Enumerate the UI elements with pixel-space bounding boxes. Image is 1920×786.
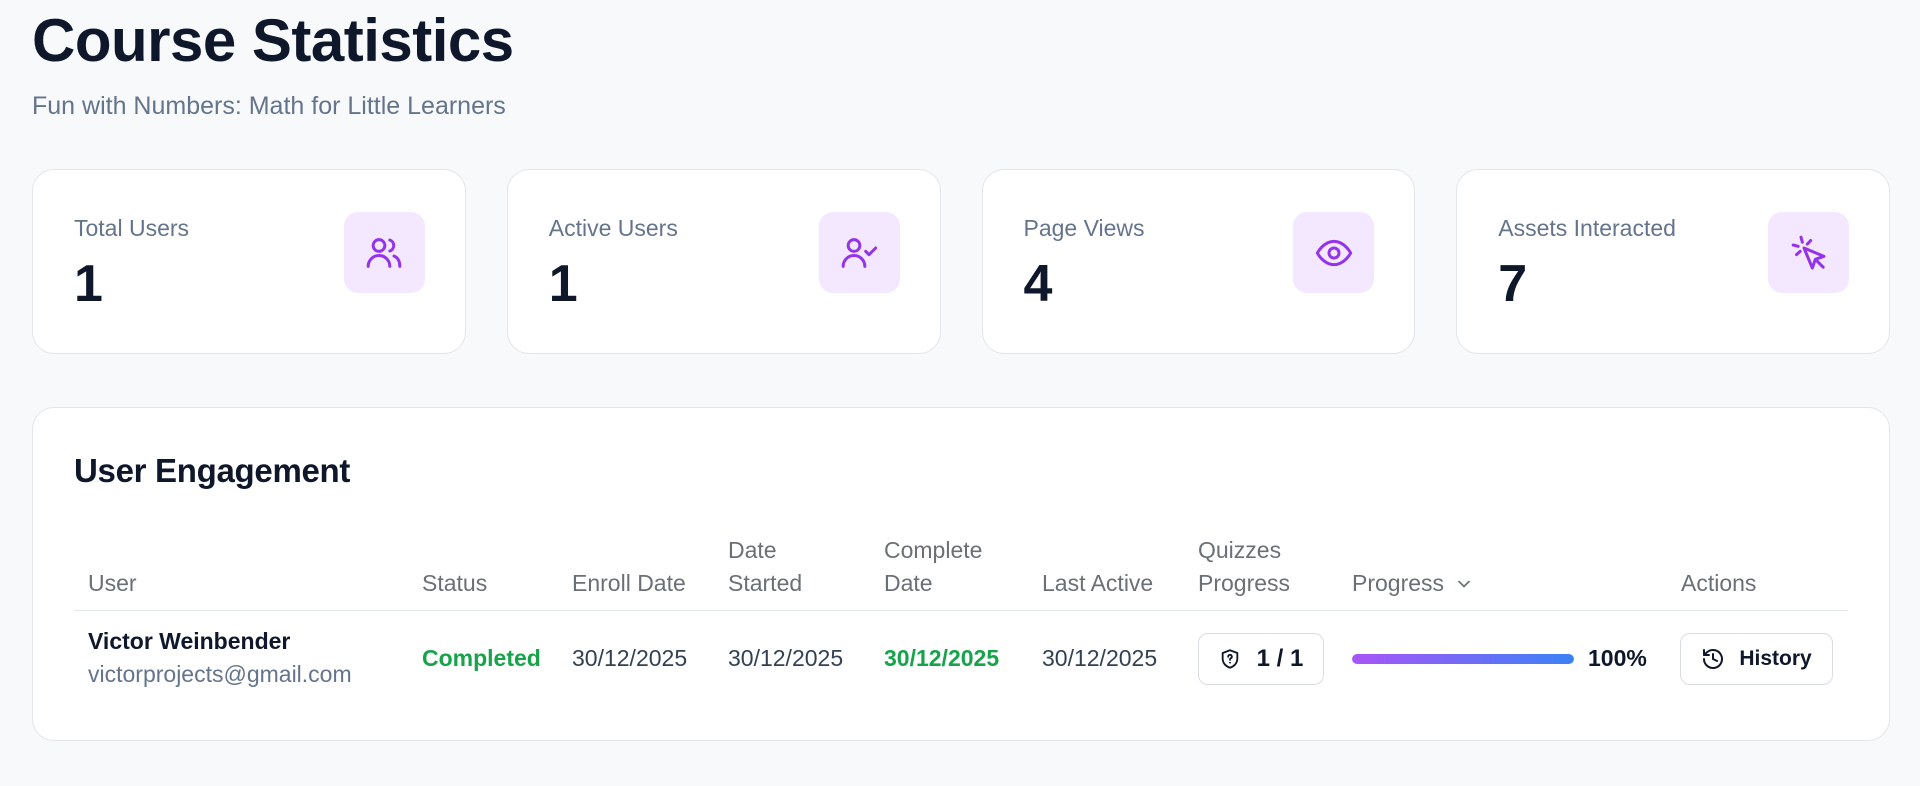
column-header-enroll-date: Enroll Date: [572, 570, 686, 596]
history-button-label: History: [1739, 647, 1812, 670]
column-header-user: User: [88, 570, 137, 596]
progress-percent: 100%: [1588, 645, 1647, 671]
progress-bar-fill: [1352, 653, 1574, 664]
last-active: 30/12/2025: [1042, 645, 1158, 671]
eye-icon: [1293, 212, 1375, 293]
column-header-actions: Actions: [1681, 570, 1757, 596]
complete-date: 30/12/2025: [884, 645, 1000, 671]
stats-row: Total Users 1 Active Users 1 Page Views …: [32, 169, 1890, 354]
stat-card-page-views: Page Views 4: [981, 169, 1416, 354]
column-header-progress[interactable]: Progress: [1352, 567, 1474, 600]
progress-bar: [1352, 653, 1574, 664]
users-icon: [343, 212, 425, 293]
page-subtitle: Fun with Numbers: Math for Little Learne…: [32, 92, 506, 120]
stat-card-assets-interacted: Assets Interacted 7: [1456, 169, 1890, 354]
stat-card-total-users: Total Users 1: [32, 169, 466, 354]
column-header-status: Status: [422, 570, 488, 596]
quizzes-progress-badge: 1 / 1: [1198, 633, 1324, 685]
stat-label: Total Users: [74, 215, 190, 241]
history-icon: [1703, 649, 1724, 669]
quizzes-progress-value: 1 / 1: [1256, 645, 1304, 672]
user-check-icon: [818, 212, 900, 293]
stat-card-active-users: Active Users 1: [506, 169, 941, 354]
cursor-click-icon: [1768, 212, 1849, 293]
column-header-last-active: Last Active: [1042, 570, 1154, 596]
section-title: User Engagement: [74, 452, 351, 489]
stat-label: Active Users: [548, 215, 678, 241]
table-header: User Status Enroll Date Date Started Com…: [74, 536, 1848, 611]
column-header-date-started: Date Started: [728, 537, 803, 596]
stat-value: 7: [1498, 255, 1528, 313]
shield-question-icon: [1221, 649, 1238, 669]
stat-label: Page Views: [1023, 215, 1145, 241]
status-badge: Completed: [422, 645, 541, 671]
stat-label: Assets Interacted: [1498, 215, 1676, 241]
page-title: Course Statistics: [32, 7, 514, 74]
user-email: victorprojects@gmail.com: [88, 661, 352, 687]
progress-cell: 100%: [1352, 645, 1647, 672]
stat-value: 1: [74, 255, 103, 313]
column-header-quizzes-progress: Quizzes Progress: [1198, 537, 1291, 596]
date-started: 30/12/2025: [728, 645, 844, 671]
table-row: Victor Weinbender victorprojects@gmail.c…: [74, 611, 1848, 708]
stat-value: 1: [548, 255, 578, 313]
enroll-date: 30/12/2025: [572, 645, 688, 671]
history-button[interactable]: History: [1680, 633, 1833, 685]
stat-value: 4: [1023, 255, 1053, 313]
column-header-complete-date: Complete Date: [884, 537, 983, 596]
course-statistics-page: Course Statistics Fun with Numbers: Math…: [0, 0, 1920, 786]
engagement-table: User Status Enroll Date Date Started Com…: [74, 536, 1848, 708]
chevron-down-icon: [1458, 580, 1470, 587]
user-name: Victor Weinbender: [88, 628, 291, 654]
user-engagement-panel: User Engagement User Status Enroll Date …: [32, 407, 1890, 741]
column-header-progress-label: Progress: [1352, 570, 1445, 596]
